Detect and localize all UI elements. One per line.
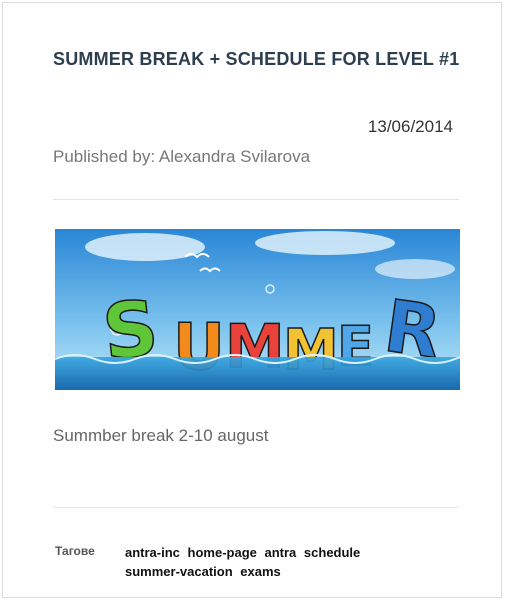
post-author: Published by: Alexandra Svilarova bbox=[53, 147, 310, 167]
tag-list: antra-inc home-page antra schedule summe… bbox=[125, 543, 425, 581]
author-name[interactable]: Alexandra Svilarova bbox=[159, 147, 310, 166]
tag-link[interactable]: summer-vacation bbox=[125, 564, 233, 579]
divider-top bbox=[53, 199, 459, 200]
tag-link[interactable]: antra-inc bbox=[125, 545, 180, 560]
tags-label: Тагове bbox=[55, 544, 95, 558]
post-title[interactable]: SUMMER BREAK + SCHEDULE FOR LEVEL #1 bbox=[53, 47, 463, 71]
tag-link[interactable]: schedule bbox=[304, 545, 360, 560]
post-card: SUMMER BREAK + SCHEDULE FOR LEVEL #1 13/… bbox=[2, 2, 502, 598]
tag-link[interactable]: exams bbox=[240, 564, 280, 579]
summer-banner-image[interactable]: S U M M E R bbox=[55, 229, 460, 390]
divider-bottom bbox=[53, 507, 459, 508]
post-excerpt: Summber break 2-10 august bbox=[53, 426, 269, 445]
published-by-label: Published by: bbox=[53, 147, 156, 166]
tag-link[interactable]: antra bbox=[265, 545, 297, 560]
post-date: 13/06/2014 bbox=[367, 117, 453, 136]
tag-link[interactable]: home-page bbox=[188, 545, 257, 560]
